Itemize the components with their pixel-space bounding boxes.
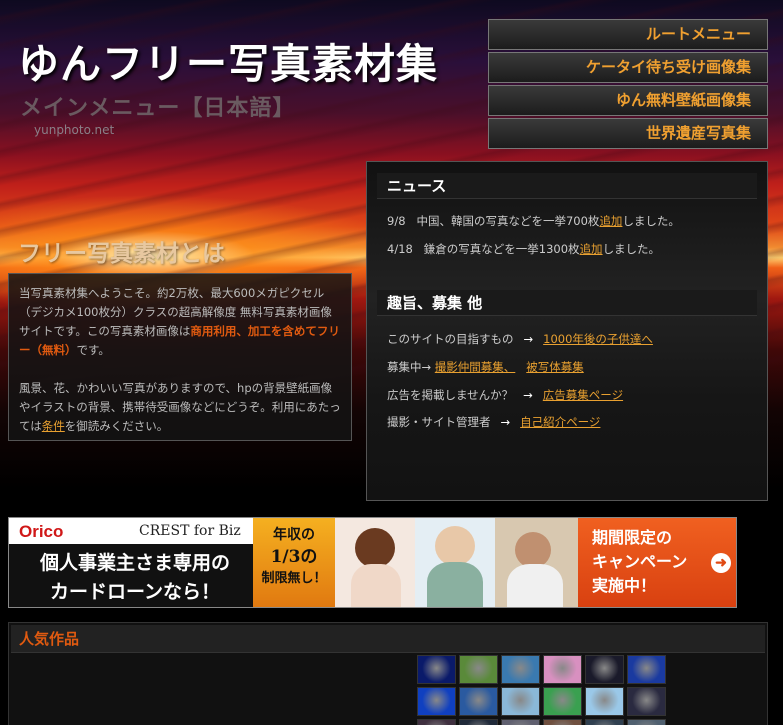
domain-text: yunphoto.net [34, 123, 115, 137]
thumbnail-image[interactable] [417, 719, 456, 725]
orico-ad-banner[interactable]: Orico CREST for Biz 個人事業主さま専用の カードローンなら！… [8, 517, 737, 608]
news-date: 9/8 [387, 214, 406, 228]
ad-main-copy: 個人事業主さま専用の カードローンなら！ [17, 549, 253, 607]
site-title[interactable]: ゆんフリー写真素材集 [18, 30, 438, 90]
nav-mobile-wallpaper[interactable]: ケータイ待ち受け画像集 [488, 52, 768, 83]
top-nav: ルートメニュー ケータイ待ち受け画像集 ゆん無料壁紙画像集 世界遺産写真集 [488, 19, 768, 151]
ad-badge: 年収の 1/3の 制限無し！ [253, 518, 335, 607]
thumbnail-image[interactable] [627, 655, 666, 684]
info-panel: ニュース 9/8 中国、韓国の写真などを一挙700枚追加しました。 4/18 鎌… [366, 161, 768, 501]
ad-person-photo [351, 564, 401, 607]
ad-cta-line: 期間限定の [592, 528, 673, 547]
ad-cta[interactable]: 期間限定の キャンペーン 実施中！ ➜ [578, 518, 736, 607]
about-box: 当写真素材集へようこそ。約2万枚、最大600メガピクセル（デジカメ100枚分）ク… [8, 273, 352, 441]
news-add-link[interactable]: 追加 [580, 242, 603, 256]
news-item: 9/8 中国、韓国の写真などを一挙700枚追加しました。 [387, 213, 680, 229]
thumbnail-image[interactable] [627, 687, 666, 716]
news-text: 中国、韓国の写真などを一挙700枚 [416, 214, 600, 228]
about-text-2-end: を御読みください。 [64, 419, 169, 433]
arrow-icon: → [500, 415, 511, 429]
ad-person-photo [507, 564, 563, 607]
purpose-label: 撮影・サイト管理者 [387, 415, 491, 429]
ad-copy-line: カードローンなら！ [49, 581, 221, 603]
ad-person-photo [355, 528, 395, 568]
ad-page-link[interactable]: 広告募集ページ [543, 388, 623, 402]
profile-page-link[interactable]: 自己紹介ページ [520, 415, 600, 429]
thumbnail-image[interactable] [417, 655, 456, 684]
popular-heading: 人気作品 [11, 625, 765, 653]
nav-free-wallpaper[interactable]: ゆん無料壁紙画像集 [488, 85, 768, 116]
thumbnail-image[interactable] [417, 687, 456, 716]
news-suffix: しました。 [602, 242, 661, 256]
ad-brand-area: Orico CREST for Biz 個人事業主さま専用の カードローンなら！ [9, 518, 253, 607]
thumbnail-image[interactable] [543, 655, 582, 684]
purpose-row: このサイトの目指すもの → 1000年後の子供達へ [387, 331, 653, 347]
thumbnail-image[interactable] [543, 719, 582, 725]
main-menu-title: メインメニュー【日本語】 [20, 96, 296, 121]
thumbnail-image[interactable] [459, 655, 498, 684]
ad-cta-line: 実施中！ [592, 576, 657, 595]
purpose-row: 募集中→ 撮影仲間募集、 被写体募集 [387, 359, 584, 375]
thumbnail-image[interactable] [501, 655, 540, 684]
thumbnail-image[interactable] [501, 719, 540, 725]
purpose-row: 広告を掲載しませんか？ → 広告募集ページ [387, 387, 623, 403]
thumbnail-image[interactable] [501, 687, 540, 716]
arrow-icon: → [523, 388, 533, 402]
thumbnail-image[interactable] [627, 719, 666, 725]
news-date: 4/18 [387, 242, 413, 256]
about-paragraph-2: 風景、花、かわいい写真がありますので、hpの背景壁紙画像やイラストの背景、携帯待… [19, 379, 341, 436]
purpose-row: 撮影・サイト管理者 → 自己紹介ページ [387, 414, 600, 430]
purpose-label: このサイトの目指すもの [387, 332, 514, 346]
terms-link[interactable]: 条件 [42, 419, 65, 433]
recruit-photographers-link[interactable]: 撮影仲間募集、 [435, 360, 516, 374]
ad-badge-line: 年収の [273, 527, 315, 543]
ad-person-photo [427, 562, 483, 607]
future-children-link[interactable]: 1000年後の子供達へ [543, 332, 653, 346]
about-heading: フリー写真素材とは [18, 241, 225, 267]
orico-logo: Orico [19, 522, 64, 541]
recruit-subjects-link[interactable]: 被写体募集 [526, 360, 584, 374]
thumbnail-image[interactable] [585, 655, 624, 684]
ad-person-photo [435, 526, 475, 566]
thumbnail-image[interactable] [459, 719, 498, 725]
nav-world-heritage[interactable]: 世界遺産写真集 [488, 118, 768, 149]
about-text-end: です。 [76, 343, 110, 357]
ad-person-photo [515, 532, 551, 568]
about-paragraph-1: 当写真素材集へようこそ。約2万枚、最大600メガピクセル（デジカメ100枚分）ク… [19, 284, 341, 360]
ad-copy-line: 個人事業主さま専用の [39, 552, 230, 574]
purpose-heading: 趣旨、募集 他 [377, 290, 757, 316]
ad-brand-sub: CREST for Biz [139, 523, 241, 539]
thumbnail-image[interactable] [585, 687, 624, 716]
arrow-icon: → [523, 332, 534, 346]
nav-root-menu[interactable]: ルートメニュー [488, 19, 768, 50]
purpose-label: 広告を掲載しませんか？ [387, 388, 514, 402]
ad-badge-line: 1/3の [270, 547, 318, 567]
purpose-label: 募集中→ [387, 360, 432, 374]
ad-badge-line: 制限無し！ [261, 571, 327, 586]
news-item: 4/18 鎌倉の写真などを一挙1300枚追加しました。 [387, 241, 660, 257]
thumbnail-image[interactable] [459, 687, 498, 716]
news-suffix: しました。 [622, 214, 680, 228]
news-text: 鎌倉の写真などを一挙1300枚 [423, 242, 580, 256]
popular-thumbnails [417, 655, 669, 725]
news-heading: ニュース [377, 173, 757, 199]
news-add-link[interactable]: 追加 [599, 214, 622, 228]
ad-photos [335, 518, 578, 607]
arrow-circle-icon: ➜ [711, 553, 731, 573]
thumbnail-image[interactable] [585, 719, 624, 725]
thumbnail-image[interactable] [543, 687, 582, 716]
